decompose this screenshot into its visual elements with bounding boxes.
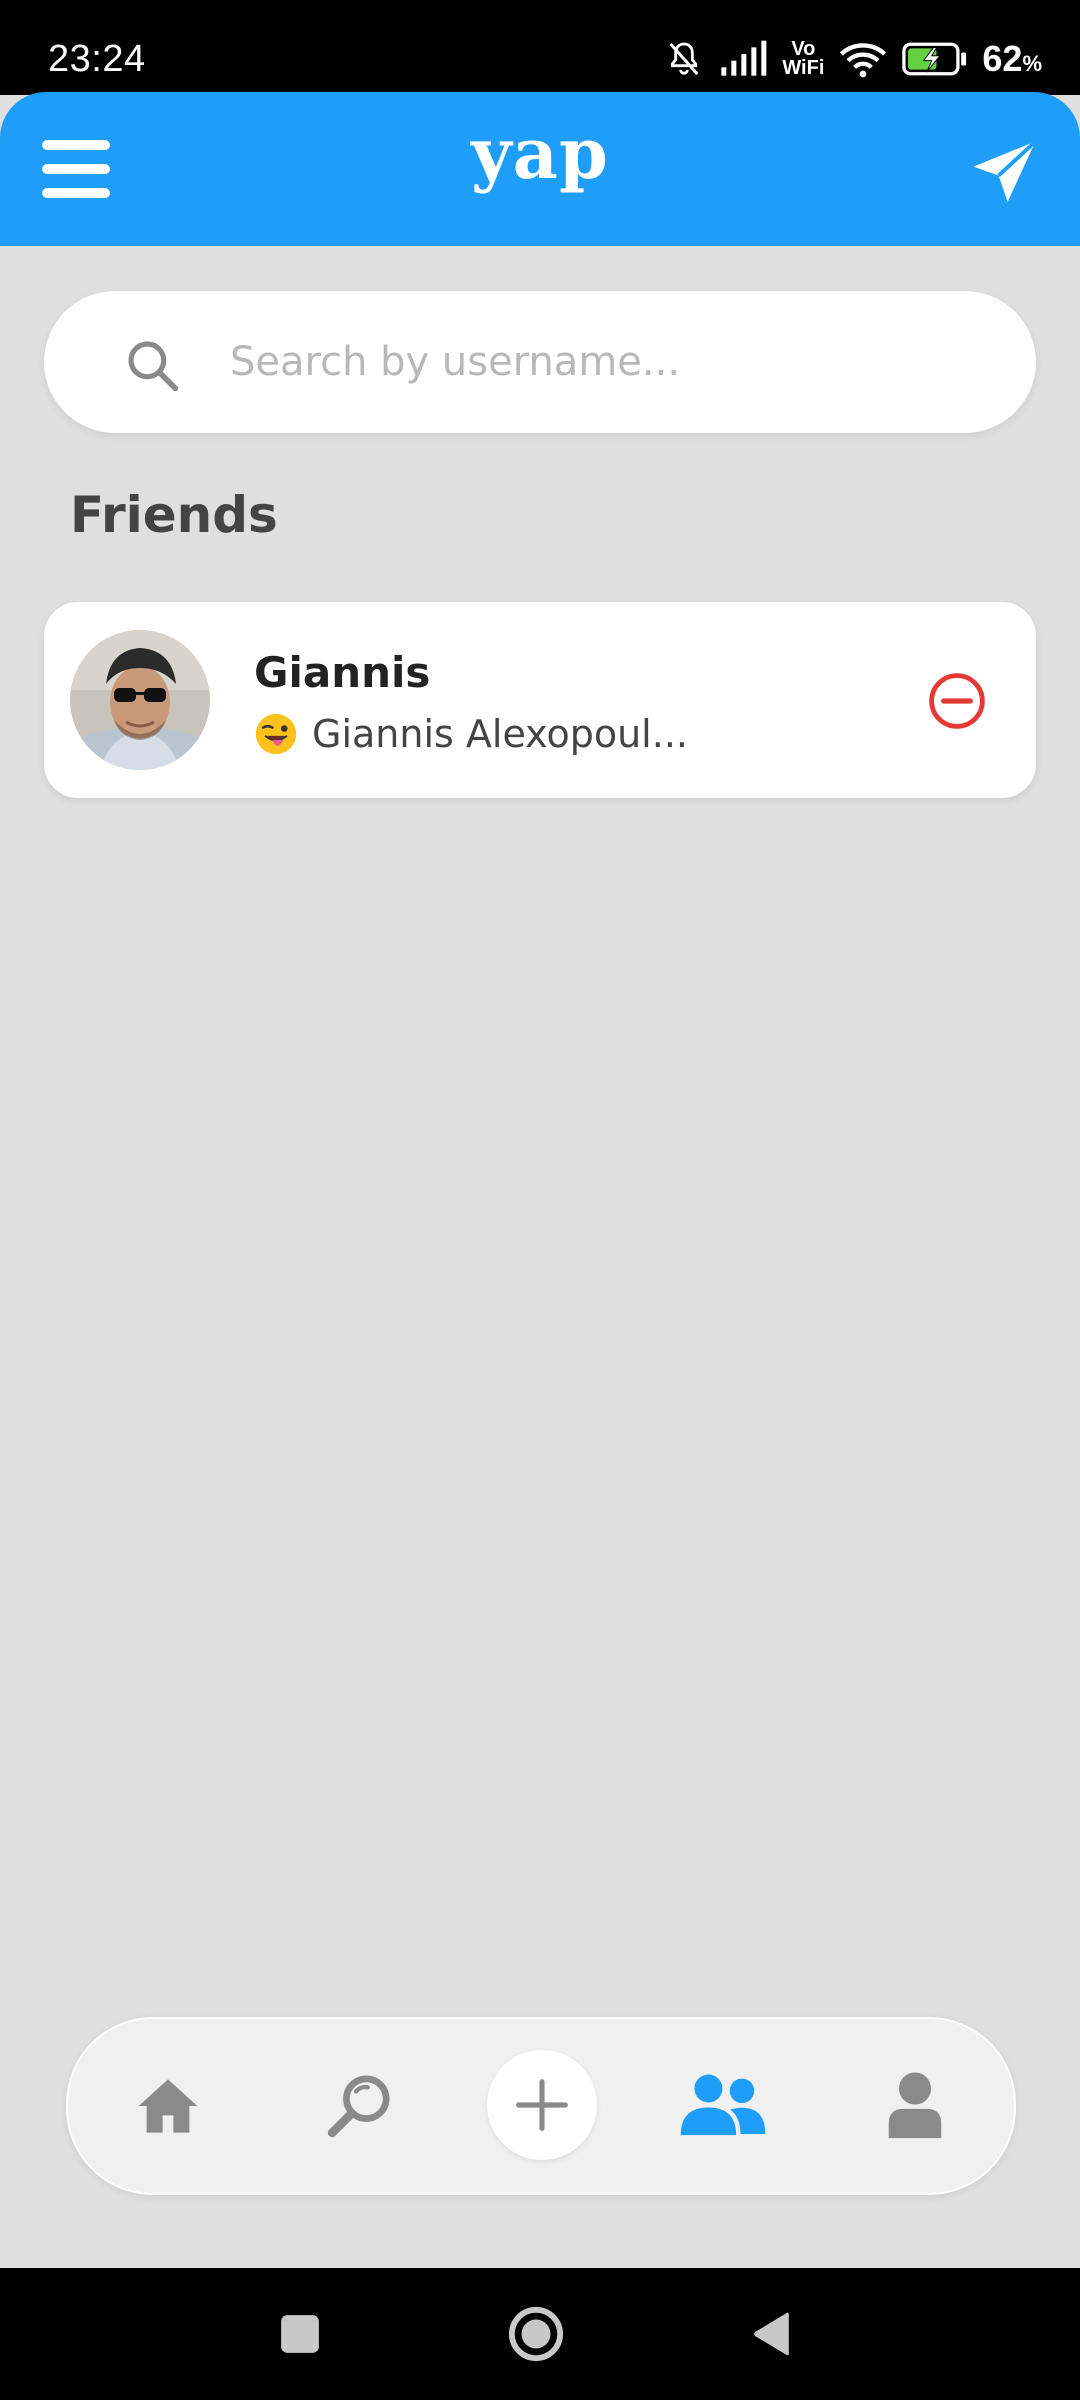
bell-off-icon bbox=[669, 42, 699, 75]
send-icon[interactable] bbox=[968, 136, 1040, 208]
friends-section-title: Friends bbox=[70, 486, 278, 544]
status-time: 23:24 bbox=[48, 38, 146, 80]
battery-charging-icon bbox=[902, 42, 967, 76]
search-icon bbox=[128, 341, 179, 392]
nav-home-button[interactable] bbox=[123, 2061, 213, 2151]
bottom-navigation bbox=[66, 2017, 1016, 2195]
vowifi-bottom-label: WiFi bbox=[782, 57, 825, 79]
app-title: yap bbox=[471, 112, 609, 195]
status-icons: Vo WiFi 62% bbox=[664, 34, 1042, 84]
circle-icon bbox=[508, 2306, 564, 2362]
app-screen: 23:24 Vo WiFi 62% yap Search by username… bbox=[0, 0, 1080, 2400]
winking-tongue-emoji-icon bbox=[255, 713, 297, 755]
friend-name: Giannis bbox=[254, 648, 431, 697]
battery-percentage: 62% bbox=[982, 38, 1042, 80]
wifi-icon bbox=[840, 43, 887, 78]
system-navigation-bar bbox=[0, 2268, 1080, 2400]
remove-friend-icon[interactable] bbox=[928, 672, 986, 730]
back-triangle-icon bbox=[754, 2312, 789, 2356]
vowifi-indicator: Vo WiFi bbox=[782, 39, 825, 79]
back-button[interactable] bbox=[732, 2268, 812, 2400]
status-bar: 23:24 Vo WiFi 62% bbox=[0, 0, 1080, 95]
search-icon bbox=[327, 2075, 390, 2138]
users-icon bbox=[680, 2074, 766, 2136]
search-input[interactable] bbox=[230, 329, 990, 395]
app-header: yap bbox=[0, 92, 1080, 246]
nav-friends-button[interactable] bbox=[678, 2061, 768, 2151]
avatar-photo bbox=[70, 630, 210, 770]
plus-icon bbox=[516, 2079, 568, 2131]
square-icon bbox=[281, 2315, 319, 2353]
friend-status: Giannis Alexopoul... bbox=[254, 712, 688, 756]
home-icon bbox=[138, 2079, 198, 2133]
battery-percent-unit: % bbox=[1022, 51, 1042, 76]
nav-profile-button[interactable] bbox=[870, 2061, 960, 2151]
recents-button[interactable] bbox=[260, 2268, 340, 2400]
home-system-button[interactable] bbox=[496, 2268, 576, 2400]
nav-search-button[interactable] bbox=[314, 2061, 404, 2151]
nav-add-button[interactable] bbox=[487, 2050, 597, 2160]
search-bar[interactable] bbox=[44, 291, 1036, 433]
signal-icon bbox=[721, 40, 767, 76]
avatar bbox=[70, 630, 210, 770]
battery-percent-value: 62 bbox=[982, 38, 1023, 79]
user-icon bbox=[888, 2072, 942, 2139]
friend-list-item[interactable]: Giannis Giannis Alexopoul... bbox=[44, 602, 1036, 798]
friend-status-text: Giannis Alexopoul... bbox=[312, 712, 688, 756]
